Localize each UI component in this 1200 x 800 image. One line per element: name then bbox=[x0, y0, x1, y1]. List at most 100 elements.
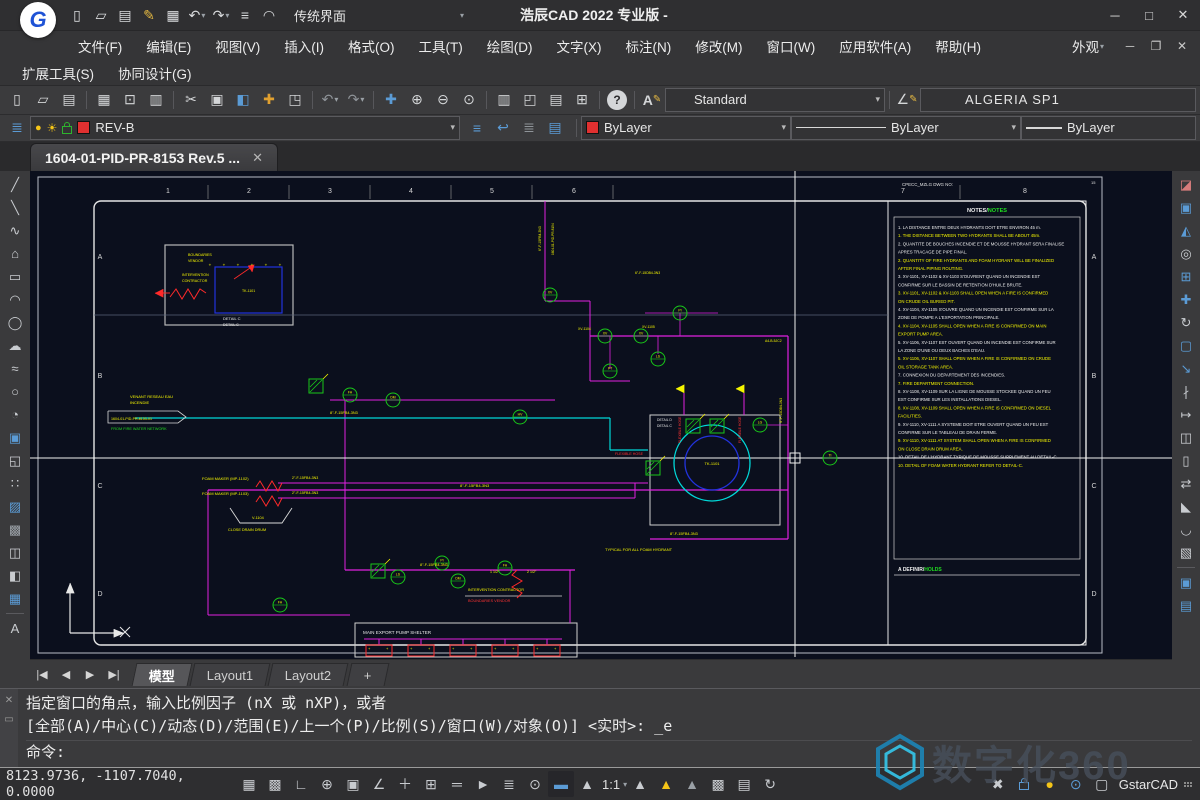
gstarcad-logo-icon[interactable]: G bbox=[20, 2, 56, 38]
menu-item-8[interactable]: 标注(N) bbox=[614, 31, 684, 61]
annotation-scale-button[interactable]: ▲ bbox=[627, 771, 653, 797]
box-button[interactable]: ▧ bbox=[1174, 541, 1198, 564]
copy-clip-button[interactable]: ▣ bbox=[204, 87, 230, 113]
close-command-icon[interactable]: ✕ bbox=[5, 695, 13, 706]
move-button[interactable]: ✚ bbox=[1174, 288, 1198, 311]
menu-item-11[interactable]: 应用软件(A) bbox=[827, 31, 923, 61]
menu-item-10[interactable]: 窗口(W) bbox=[755, 31, 828, 61]
save-as-button[interactable]: ✎ bbox=[138, 3, 160, 27]
layout-nav-3[interactable]: ▶| bbox=[102, 662, 126, 686]
lineweight-combo[interactable]: ByLayer bbox=[1021, 116, 1196, 140]
arc-button[interactable]: ◠ bbox=[3, 288, 27, 311]
explode-button[interactable]: ▣ bbox=[1174, 571, 1198, 594]
design-center-button[interactable]: ◰ bbox=[517, 87, 543, 113]
layer-walk-button[interactable]: ≣ bbox=[496, 771, 522, 797]
layout-tab-Layout2[interactable]: Layout2 bbox=[268, 663, 349, 686]
menu-item-7[interactable]: 文字(X) bbox=[545, 31, 614, 61]
match-properties-button[interactable]: ✚ bbox=[256, 87, 282, 113]
snap-mode-button[interactable]: ▩ bbox=[262, 771, 288, 797]
selection-cycling-button[interactable]: ► bbox=[470, 771, 496, 797]
close-button[interactable]: ✕ bbox=[1166, 0, 1200, 30]
annotation-visibility-button[interactable]: ▲ bbox=[653, 771, 679, 797]
hardware-acceleration-button[interactable]: ▬ bbox=[548, 771, 574, 797]
spline-button[interactable]: ≈ bbox=[3, 357, 27, 380]
mdi-minimize-button[interactable]: ─ bbox=[1118, 35, 1142, 57]
break-at-point-button[interactable]: ◫ bbox=[1174, 426, 1198, 449]
layout-tab-+[interactable]: + bbox=[346, 663, 388, 686]
menu-item-6[interactable]: 绘图(D) bbox=[475, 31, 545, 61]
rotate-button[interactable]: ↻ bbox=[1174, 311, 1198, 334]
layer-translate-button[interactable]: ▤ bbox=[542, 115, 568, 141]
save-button[interactable]: ▤ bbox=[56, 87, 82, 113]
preview-zoom-button[interactable]: ⊙ bbox=[1063, 771, 1089, 797]
layout-nav-2[interactable]: ▶ bbox=[78, 662, 102, 686]
quick-properties-button[interactable]: ▤ bbox=[731, 771, 757, 797]
fullscreen-button[interactable]: ▢ bbox=[1089, 771, 1115, 797]
properties-button[interactable]: ▥ bbox=[491, 87, 517, 113]
open-button[interactable]: ▱ bbox=[30, 87, 56, 113]
auto-annotation-button[interactable]: ▲ bbox=[679, 771, 705, 797]
menu-item-1[interactable]: 协同设计(G) bbox=[106, 58, 204, 88]
new-button[interactable]: ▯ bbox=[4, 87, 30, 113]
layout-tab-模型[interactable]: 模型 bbox=[132, 663, 193, 686]
raster-image-button[interactable]: ◧ bbox=[3, 564, 27, 587]
scale-button[interactable]: ▢ bbox=[1174, 334, 1198, 357]
erase-button[interactable]: ◪ bbox=[1174, 173, 1198, 196]
hatch-button[interactable]: ▨ bbox=[3, 495, 27, 518]
workspace-stack-button[interactable]: ≡ bbox=[234, 3, 256, 27]
resize-grip[interactable] bbox=[1184, 782, 1194, 787]
appearance-menu[interactable]: 外观 ▾ bbox=[1060, 31, 1116, 61]
layout-tab-Layout1[interactable]: Layout1 bbox=[190, 663, 271, 686]
maximize-button[interactable]: □ bbox=[1132, 0, 1166, 30]
menu-item-4[interactable]: 格式(O) bbox=[336, 31, 407, 61]
grid-display-button[interactable]: ▦ bbox=[236, 771, 262, 797]
print-button[interactable]: ▦ bbox=[162, 3, 184, 27]
array-button[interactable]: ⊞ bbox=[1174, 265, 1198, 288]
menu-item-9[interactable]: 修改(M) bbox=[683, 31, 754, 61]
polar-tracking-button[interactable]: ⊕ bbox=[314, 771, 340, 797]
layer-states-button[interactable]: ≡ bbox=[464, 115, 490, 141]
redo-button[interactable]: ↷▾ bbox=[343, 87, 369, 113]
dynamic-input-button[interactable]: ⊞ bbox=[418, 771, 444, 797]
magnifier-button[interactable]: ⊙ bbox=[522, 771, 548, 797]
construction-line-button[interactable]: ╲ bbox=[3, 196, 27, 219]
redo-button[interactable]: ↷▾ bbox=[210, 3, 232, 27]
tool-palettes-button[interactable]: ▤ bbox=[543, 87, 569, 113]
drawing-canvas[interactable]: XVXVPILSPTLGFHDMLSPIDMFHFHTIXVHV++++++++… bbox=[30, 171, 1172, 659]
mirror-button[interactable]: ◭ bbox=[1174, 219, 1198, 242]
group-button[interactable]: ▤ bbox=[1174, 594, 1198, 617]
command-options-icon[interactable]: ▭ bbox=[4, 714, 13, 725]
mdi-close-button[interactable]: ✕ bbox=[1170, 35, 1194, 57]
layer-isolate-button[interactable]: ≣ bbox=[516, 115, 542, 141]
zoom-realtime-button[interactable]: ⊕ bbox=[404, 87, 430, 113]
crosshair-button[interactable]: ＋ bbox=[392, 771, 418, 797]
pan-button[interactable]: ✚ bbox=[378, 87, 404, 113]
table-button[interactable]: ▦ bbox=[3, 587, 27, 610]
join-button[interactable]: ⇄ bbox=[1174, 472, 1198, 495]
break-button[interactable]: ▯ bbox=[1174, 449, 1198, 472]
chamfer-button[interactable]: ◣ bbox=[1174, 495, 1198, 518]
linetype-combo[interactable]: ByLayer ▾ bbox=[791, 116, 1021, 140]
minimize-button[interactable]: ─ bbox=[1098, 0, 1132, 30]
save-button[interactable]: ▤ bbox=[114, 3, 136, 27]
layout-nav-1[interactable]: ◀ bbox=[54, 662, 78, 686]
layer-manager-button[interactable]: ≣ bbox=[4, 115, 30, 141]
extend-button[interactable]: ↦ bbox=[1174, 403, 1198, 426]
line-button[interactable]: ╱ bbox=[3, 173, 27, 196]
region-button[interactable]: ◫ bbox=[3, 541, 27, 564]
menu-item-2[interactable]: 视图(V) bbox=[203, 31, 272, 61]
annotation-scale-icon[interactable]: ▲ bbox=[574, 771, 600, 797]
rectangle-button[interactable]: ▭ bbox=[3, 265, 27, 288]
polygon-button[interactable]: ⌂ bbox=[3, 242, 27, 265]
ellipse-button[interactable]: ○ bbox=[3, 380, 27, 403]
annotation-scale-value[interactable]: 1:1 bbox=[602, 777, 620, 792]
lineweight-display-button[interactable]: ═ bbox=[444, 771, 470, 797]
ellipse-arc-button[interactable]: ◔ bbox=[3, 403, 27, 426]
menu-item-12[interactable]: 帮助(H) bbox=[923, 31, 993, 61]
offset-button[interactable]: ◎ bbox=[1174, 242, 1198, 265]
color-combo[interactable]: ByLayer ▾ bbox=[581, 116, 791, 140]
text-style-combo[interactable]: Standard ▾ bbox=[665, 88, 885, 112]
open-folder-button[interactable]: ▱ bbox=[90, 3, 112, 27]
document-tab[interactable]: 1604-01-PID-PR-8153 Rev.5 ... ✕ bbox=[30, 143, 278, 171]
quick-calc-button[interactable]: ⊞ bbox=[569, 87, 595, 113]
